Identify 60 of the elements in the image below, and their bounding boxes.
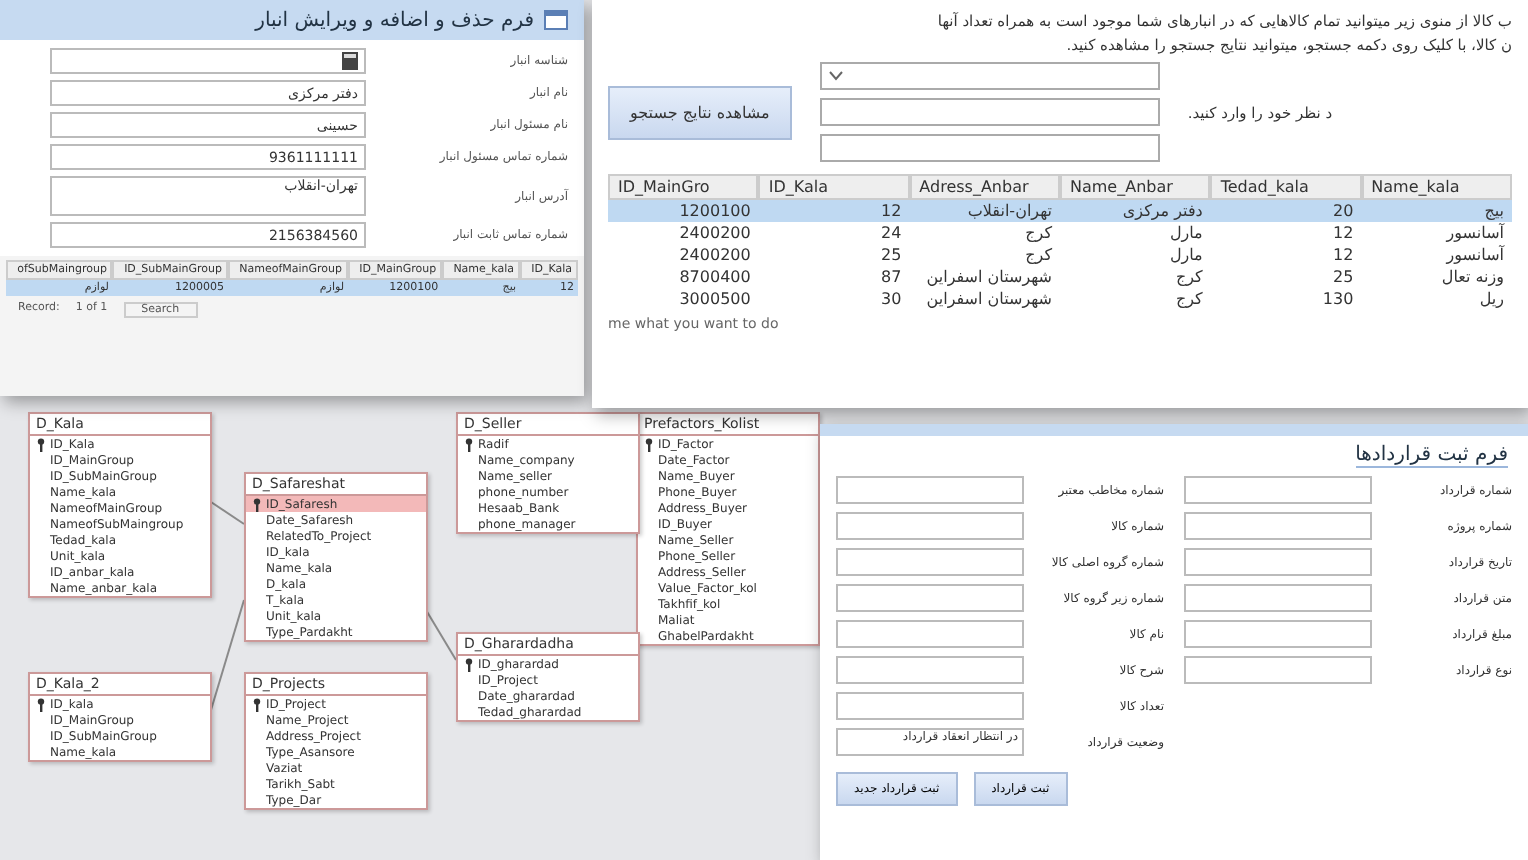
- search-results-button[interactable]: مشاهده نتایج جستجو: [608, 85, 792, 139]
- table-cell-text: 25: [1330, 266, 1356, 288]
- table-cell-text: 25: [878, 244, 904, 266]
- table-cell: 20: [1210, 200, 1362, 222]
- table-cell-text: 12: [1330, 244, 1356, 266]
- input-field[interactable]: [1184, 548, 1372, 576]
- table-cell-text: 3000500: [677, 288, 753, 310]
- form-icon: [544, 10, 568, 30]
- input-field[interactable]: [1184, 584, 1372, 612]
- input-field[interactable]: [1184, 476, 1372, 504]
- input-field[interactable]: [836, 476, 1024, 504]
- calculator-icon: [342, 52, 358, 70]
- input-field[interactable]: [1184, 620, 1372, 648]
- input-field[interactable]: [1184, 512, 1372, 540]
- input-field[interactable]: [819, 98, 1160, 126]
- column-header[interactable]: Name_kala: [1361, 174, 1512, 200]
- input-field[interactable]: [1184, 656, 1372, 684]
- input-field[interactable]: [50, 48, 366, 74]
- window-title: فرم حذف و اضافه و ویرایش انبار: [255, 9, 534, 31]
- table-cell-text: 2400200: [677, 244, 753, 266]
- table-cell-text: کرج: [1173, 288, 1205, 310]
- column-header[interactable]: ID_Kala: [758, 174, 910, 200]
- input-field[interactable]: [836, 548, 1024, 576]
- input-field[interactable]: [836, 692, 1024, 720]
- relationship-line: [207, 499, 245, 525]
- table-cell-text: وزنه تعال: [1439, 266, 1506, 288]
- column-header[interactable]: Tedad_kala: [1210, 174, 1362, 200]
- table-cell-text: 12: [1330, 222, 1356, 244]
- table-cell-text: مارل: [1167, 222, 1205, 244]
- input-field[interactable]: [836, 620, 1024, 648]
- table-cell-text: 30: [878, 288, 904, 310]
- input-field[interactable]: [836, 656, 1024, 684]
- input-field[interactable]: [836, 584, 1024, 612]
- table-cell-text: 87: [878, 266, 904, 288]
- column-header[interactable]: ID_MainGro: [608, 174, 759, 200]
- caret-icon: [827, 70, 844, 82]
- dropdown-field[interactable]: [819, 62, 1160, 90]
- table-cell: تهران-انقلاب: [909, 200, 1060, 222]
- input-field[interactable]: [836, 512, 1024, 540]
- table-cell-text: شهرستان اسفراین: [924, 266, 1054, 288]
- table-cell-text: کرج: [1023, 222, 1054, 244]
- table-cell-text: 8700400: [677, 266, 753, 288]
- table-cell-text: آسانسور: [1443, 222, 1507, 244]
- table-cell-text: کرج: [1023, 244, 1054, 266]
- table-cell-text: 130: [1320, 288, 1356, 310]
- table-cell-text: کرج: [1173, 266, 1205, 288]
- table-cell-text: 2400200: [677, 222, 753, 244]
- column-header[interactable]: Adress_Anbar: [909, 174, 1060, 200]
- table-cell-text: 24: [878, 222, 904, 244]
- table-cell: 12: [758, 200, 910, 222]
- column-header[interactable]: Name_Anbar: [1060, 174, 1211, 200]
- table-cell: دفتر مرکزی: [1060, 200, 1211, 222]
- table-cell: بیج: [1361, 200, 1512, 222]
- table-cell-text: مارل: [1167, 244, 1205, 266]
- window-title: فرم ثبت قراردادها: [1355, 444, 1508, 468]
- table-cell-text: شهرستان اسفراین: [924, 288, 1054, 310]
- table-cell-text: ریل: [1477, 288, 1506, 310]
- table-cell: 1200100: [608, 200, 759, 222]
- input-field[interactable]: [819, 134, 1160, 162]
- table-cell-text: آسانسور: [1443, 244, 1507, 266]
